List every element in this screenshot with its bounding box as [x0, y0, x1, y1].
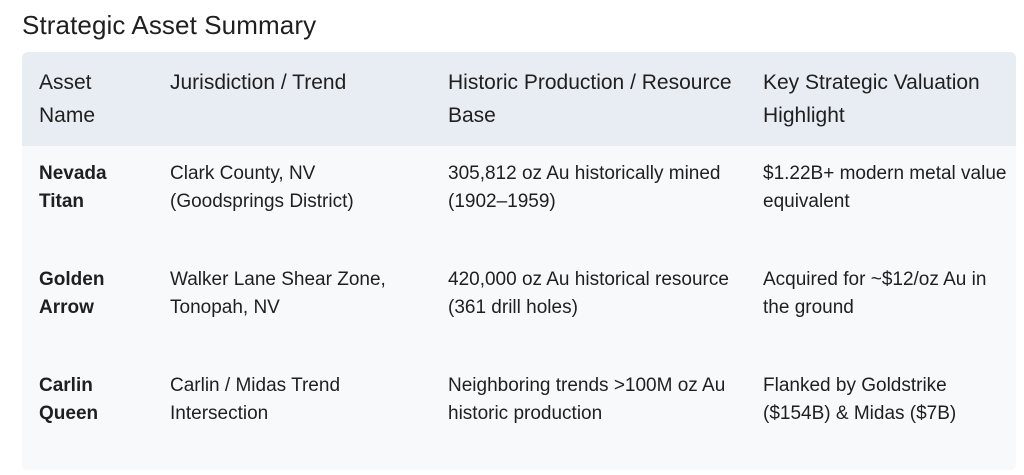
cell-valuation: $1.22B+ modern metal value equivalent [763, 163, 1007, 212]
header-production: Historic Production / Resource Base [448, 71, 732, 127]
table-row: Nevada Titan Clark County, NV (Goodsprin… [22, 146, 1016, 252]
cell-asset-name: Nevada Titan [39, 163, 107, 212]
table-header: Asset Name Jurisdiction / Trend Historic… [22, 52, 1016, 146]
cell-valuation: Flanked by Goldstrike ($154B) & Midas ($… [763, 375, 957, 424]
header-row: Asset Name Jurisdiction / Trend Historic… [22, 52, 1016, 146]
cell-production: Neighboring trends >100M oz Au historic … [448, 375, 726, 424]
table-row: Golden Arrow Walker Lane Shear Zone, Ton… [22, 252, 1016, 358]
cell-jurisdiction: Clark County, NV (Goodsprings District) [170, 163, 354, 212]
asset-summary-table: Asset Name Jurisdiction / Trend Historic… [22, 52, 1016, 452]
asset-summary-table-container: Asset Name Jurisdiction / Trend Historic… [22, 52, 1016, 470]
page-title: Strategic Asset Summary [22, 10, 317, 40]
cell-jurisdiction: Walker Lane Shear Zone, Tonopah, NV [170, 269, 386, 318]
header-jurisdiction: Jurisdiction / Trend [170, 71, 347, 94]
cell-production: 305,812 oz Au historically mined (1902–1… [448, 163, 721, 212]
cell-jurisdiction: Carlin / Midas Trend Intersection [170, 375, 341, 424]
header-asset-name: Asset Name [39, 71, 96, 127]
cell-asset-name: Carlin Queen [39, 375, 99, 424]
table-row: Carlin Queen Carlin / Midas Trend Inters… [22, 358, 1016, 452]
cell-asset-name: Golden Arrow [39, 269, 105, 318]
page: Strategic Asset Summary Asset Name Juris… [0, 0, 1024, 475]
table-body: Nevada Titan Clark County, NV (Goodsprin… [22, 146, 1016, 452]
header-valuation: Key Strategic Valuation Highlight [763, 71, 980, 127]
cell-production: 420,000 oz Au historical resource (361 d… [448, 269, 729, 318]
cell-valuation: Acquired for ~$12/oz Au in the ground [763, 269, 987, 318]
